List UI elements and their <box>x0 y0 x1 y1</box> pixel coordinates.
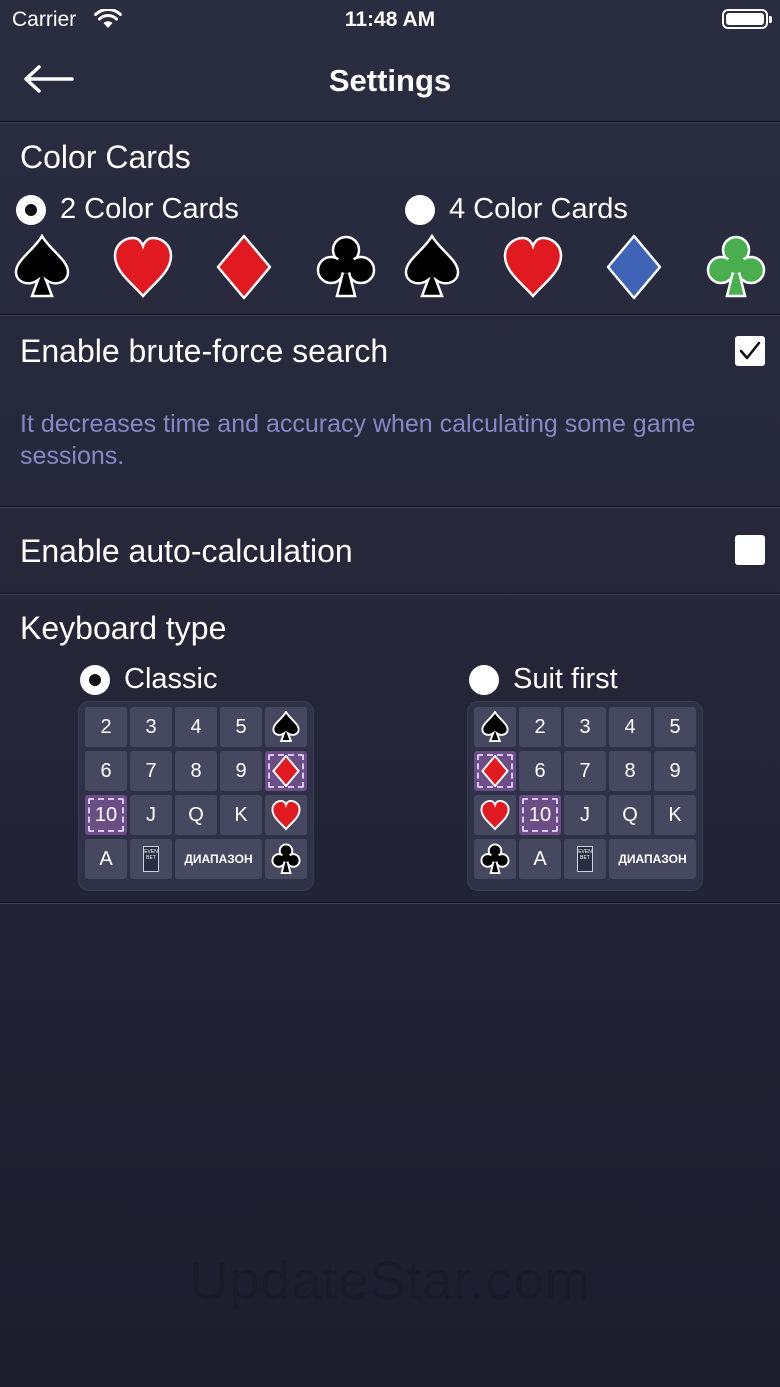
radio-unselected[interactable] <box>405 194 435 225</box>
heart-icon <box>480 799 510 831</box>
suit-first-label: Suit first <box>513 663 618 695</box>
key-8: 8 <box>175 751 217 791</box>
key-6: 6 <box>519 751 561 791</box>
key-10: 10 <box>85 795 127 835</box>
card-icon: EVEN BET <box>577 846 593 872</box>
key-diamond <box>474 751 516 791</box>
battery-icon <box>722 9 772 29</box>
brute-force-description: It decreases time and accuracy when calc… <box>20 410 696 470</box>
radio-selected[interactable] <box>16 194 46 225</box>
divider <box>0 314 780 316</box>
key-9: 9 <box>220 751 262 791</box>
clock: 11:48 AM <box>344 8 436 31</box>
heart-icon <box>503 236 563 298</box>
key-j: J <box>564 795 606 835</box>
key-2: 2 <box>519 707 561 747</box>
diamond-icon <box>481 755 509 787</box>
key-7: 7 <box>130 751 172 791</box>
key-heart <box>265 795 307 835</box>
key-heart <box>474 795 516 835</box>
suit-first-keyboard-preview[interactable]: 2 3 4 5 6 7 8 9 10 J Q K A EVEN BET ДИАП… <box>468 702 702 890</box>
club-icon <box>706 235 766 298</box>
watermark: UpdateStar.com <box>189 1251 591 1311</box>
key-10: 10 <box>519 795 561 835</box>
key-8: 8 <box>609 751 651 791</box>
classic-label: Classic <box>124 663 218 695</box>
spade-icon <box>481 711 509 743</box>
key-2: 2 <box>85 707 127 747</box>
divider <box>0 902 780 904</box>
diamond-icon <box>606 234 662 300</box>
auto-calculation-label: Enable auto-calculation <box>20 533 353 569</box>
key-5: 5 <box>654 707 696 747</box>
key-card-icon: EVEN BET <box>564 839 606 879</box>
brute-force-label: Enable brute-force search <box>20 333 389 369</box>
suit-first-keyboard-option[interactable]: Suit first <box>469 663 618 696</box>
key-9: 9 <box>654 751 696 791</box>
four-color-cards-option[interactable]: 4 Color Cards <box>405 193 628 226</box>
divider <box>0 121 780 123</box>
key-q: Q <box>175 795 217 835</box>
classic-keyboard-preview[interactable]: 2 3 4 5 6 7 8 9 10 J Q K A EVEN BET ДИАП… <box>79 702 313 890</box>
diamond-icon <box>216 234 272 300</box>
key-6: 6 <box>85 751 127 791</box>
key-4: 4 <box>175 707 217 747</box>
heart-icon <box>113 236 173 298</box>
club-icon <box>316 235 376 298</box>
heart-icon <box>271 799 301 831</box>
two-color-cards-option[interactable]: 2 Color Cards <box>16 193 239 226</box>
key-4: 4 <box>609 707 651 747</box>
club-icon <box>480 843 510 875</box>
key-card-icon: EVEN BET <box>130 839 172 879</box>
spade-icon <box>14 234 70 298</box>
spade-icon <box>404 234 460 298</box>
page-title: Settings <box>328 63 452 98</box>
radio-selected[interactable] <box>80 664 110 695</box>
key-club <box>265 839 307 879</box>
navigation-bar: Settings <box>0 40 780 122</box>
key-k: K <box>220 795 262 835</box>
two-color-cards-label: 2 Color Cards <box>60 193 239 225</box>
key-k: K <box>654 795 696 835</box>
spade-icon <box>272 711 300 743</box>
key-a: A <box>519 839 561 879</box>
key-7: 7 <box>564 751 606 791</box>
key-spade <box>265 707 307 747</box>
color-cards-title: Color Cards <box>20 139 191 175</box>
key-5: 5 <box>220 707 262 747</box>
four-color-cards-label: 4 Color Cards <box>449 193 628 225</box>
diamond-icon <box>272 755 300 787</box>
key-3: 3 <box>130 707 172 747</box>
key-range: ДИАПАЗОН <box>175 839 262 879</box>
radio-unselected[interactable] <box>469 664 499 695</box>
key-a: A <box>85 839 127 879</box>
status-bar: Carrier 11:48 AM <box>0 0 780 40</box>
classic-keyboard-option[interactable]: Classic <box>80 663 217 696</box>
key-club <box>474 839 516 879</box>
divider <box>0 506 780 508</box>
card-icon: EVEN BET <box>143 846 159 872</box>
checkmark-icon <box>739 341 761 360</box>
key-j: J <box>130 795 172 835</box>
key-diamond <box>265 751 307 791</box>
auto-calculation-checkbox[interactable] <box>735 535 765 565</box>
club-icon <box>271 843 301 875</box>
key-3: 3 <box>564 707 606 747</box>
key-range: ДИАПАЗОН <box>609 839 696 879</box>
divider <box>0 593 780 595</box>
brute-force-checkbox[interactable] <box>735 336 765 366</box>
keyboard-type-title: Keyboard type <box>20 610 227 646</box>
key-spade <box>474 707 516 747</box>
key-q: Q <box>609 795 651 835</box>
